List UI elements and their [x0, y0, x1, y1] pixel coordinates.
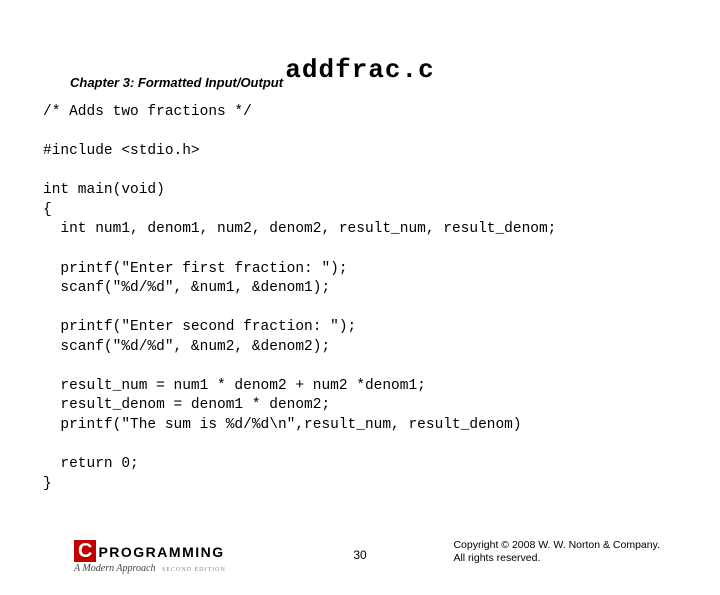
logo-subtitle-text: A Modern Approach — [74, 563, 155, 574]
code-block: /* Adds two fractions */ #include <stdio… — [43, 103, 720, 494]
logo-subtitle: A Modern Approach SECOND EDITION — [74, 563, 226, 574]
copyright-line2: All rights reserved. — [453, 552, 660, 566]
logo-text: PROGRAMMING — [98, 544, 224, 560]
copyright: Copyright © 2008 W. W. Norton & Company.… — [453, 539, 660, 566]
page-number: 30 — [353, 548, 366, 562]
logo-c-badge: C — [74, 540, 96, 562]
logo-edition: SECOND EDITION — [162, 567, 226, 573]
logo-main: C PROGRAMMING — [74, 540, 226, 562]
footer: C PROGRAMMING A Modern Approach SECOND E… — [0, 532, 720, 580]
copyright-line1: Copyright © 2008 W. W. Norton & Company. — [453, 539, 660, 553]
book-logo: C PROGRAMMING A Modern Approach SECOND E… — [74, 540, 226, 574]
chapter-header: Chapter 3: Formatted Input/Output — [70, 75, 283, 90]
